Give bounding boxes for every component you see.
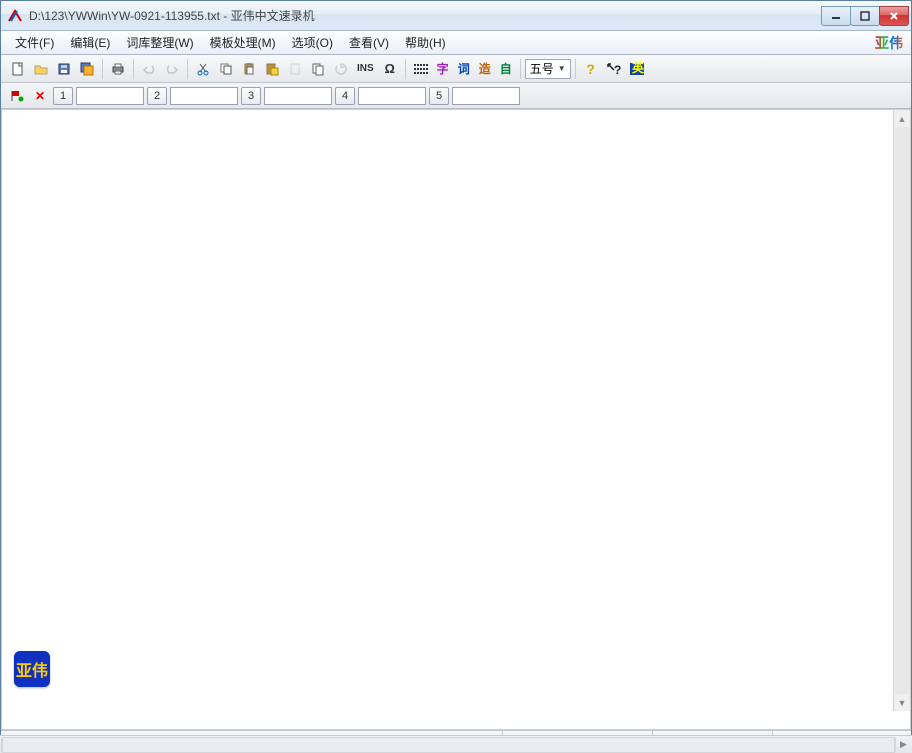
grid-icon[interactable] — [410, 58, 432, 80]
menubar: 文件(F) 编辑(E) 词库整理(W) 模板处理(M) 选项(O) 查看(V) … — [1, 31, 911, 55]
separator — [520, 59, 521, 79]
text-editor[interactable] — [3, 111, 892, 728]
open-file-icon[interactable] — [30, 58, 52, 80]
paste-icon[interactable] — [238, 58, 260, 80]
window-controls — [822, 6, 909, 26]
app-logo-badge[interactable]: 亚伟 — [14, 651, 50, 687]
candidate-field-4[interactable] — [358, 87, 426, 105]
font-size-value: 五号 — [530, 60, 554, 77]
scroll-up-icon[interactable]: ▲ — [894, 110, 910, 127]
candidate-num-1[interactable]: 1 — [53, 87, 73, 105]
candidate-flag-icon[interactable] — [7, 86, 27, 106]
menu-view[interactable]: 查看(V) — [341, 31, 397, 54]
scroll-thumb[interactable] — [895, 127, 909, 694]
doc1-icon[interactable] — [284, 58, 306, 80]
separator — [133, 59, 134, 79]
separator — [405, 59, 406, 79]
auto-button[interactable]: 自 — [496, 58, 516, 80]
separator — [102, 59, 103, 79]
menu-dict[interactable]: 词库整理(W) — [118, 31, 201, 54]
close-button[interactable] — [879, 6, 909, 26]
toolbar: INS Ω 字 词 造 自 五号 ▼ ? ? 英 — [1, 55, 911, 83]
candidate-num-5[interactable]: 5 — [429, 87, 449, 105]
menu-edit[interactable]: 编辑(E) — [62, 31, 118, 54]
candidate-num-4[interactable]: 4 — [335, 87, 355, 105]
candidate-close-icon[interactable]: ✕ — [30, 86, 50, 106]
separator — [575, 59, 576, 79]
menu-options[interactable]: 选项(O) — [284, 31, 341, 54]
brand-logo: 亚伟 — [873, 34, 905, 52]
print-icon[interactable] — [107, 58, 129, 80]
candidate-field-3[interactable] — [264, 87, 332, 105]
new-file-icon[interactable] — [7, 58, 29, 80]
titlebar: D:\123\YWWin\YW-0921-113955.txt - 亚伟中文速录… — [1, 1, 911, 31]
candidate-field-5[interactable] — [452, 87, 520, 105]
menu-template[interactable]: 模板处理(M) — [202, 31, 284, 54]
content-area: ▲ ▼ 亚伟 — [1, 109, 911, 730]
doc2-icon[interactable] — [307, 58, 329, 80]
window-title: D:\123\YWWin\YW-0921-113955.txt - 亚伟中文速录… — [29, 7, 822, 24]
candidate-field-1[interactable] — [76, 87, 144, 105]
save-all-icon[interactable] — [76, 58, 98, 80]
omega-icon[interactable]: Ω — [379, 58, 401, 80]
refresh-icon[interactable] — [330, 58, 352, 80]
translate-icon[interactable]: 英 — [626, 58, 648, 80]
undo-icon[interactable] — [138, 58, 160, 80]
svg-text:?: ? — [614, 63, 621, 76]
scroll-left-icon[interactable]: ◀ — [0, 738, 2, 752]
hscroll-area: ◀ ▶ — [0, 735, 912, 753]
candidate-field-2[interactable] — [170, 87, 238, 105]
app-icon — [7, 8, 23, 24]
dropdown-arrow-icon: ▼ — [558, 64, 566, 73]
insert-mode-button[interactable]: INS — [353, 58, 378, 80]
context-help-icon[interactable]: ? — [603, 58, 625, 80]
paste-special-icon[interactable] — [261, 58, 283, 80]
vertical-scrollbar[interactable]: ▲ ▼ — [893, 110, 910, 711]
maximize-button[interactable] — [850, 6, 880, 26]
font-size-select[interactable]: 五号 ▼ — [525, 59, 571, 79]
save-icon[interactable] — [53, 58, 75, 80]
scroll-right-icon[interactable]: ▶ — [895, 738, 911, 752]
candidate-num-2[interactable]: 2 — [147, 87, 167, 105]
char-button[interactable]: 字 — [433, 58, 453, 80]
cut-icon[interactable] — [192, 58, 214, 80]
copy-icon[interactable] — [215, 58, 237, 80]
redo-icon[interactable] — [161, 58, 183, 80]
candidate-bar: ✕ 1 2 3 4 5 — [1, 83, 911, 109]
svg-text:英: 英 — [632, 62, 645, 75]
help-icon[interactable]: ? — [580, 58, 602, 80]
separator — [187, 59, 188, 79]
minimize-button[interactable] — [821, 6, 851, 26]
make-button[interactable]: 造 — [475, 58, 495, 80]
word-button[interactable]: 词 — [454, 58, 474, 80]
scroll-down-icon[interactable]: ▼ — [894, 694, 910, 711]
menu-file[interactable]: 文件(F) — [7, 31, 62, 54]
app-window: D:\123\YWWin\YW-0921-113955.txt - 亚伟中文速录… — [0, 0, 912, 753]
menu-help[interactable]: 帮助(H) — [397, 31, 454, 54]
candidate-num-3[interactable]: 3 — [241, 87, 261, 105]
horizontal-scrollbar[interactable]: ◀ ▶ — [2, 737, 895, 753]
